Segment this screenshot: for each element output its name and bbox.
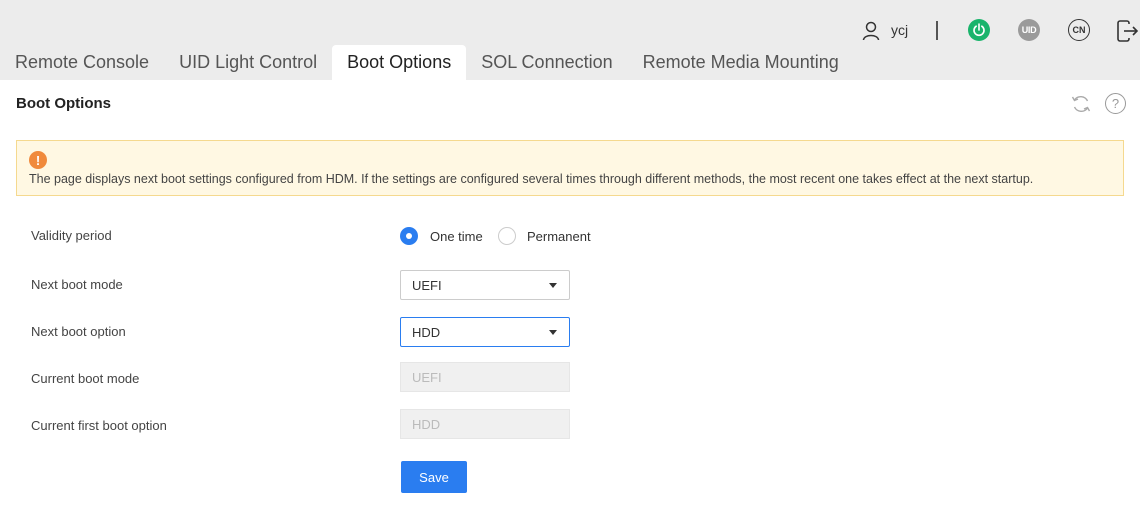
next-boot-option-label: Next boot option [31, 324, 126, 339]
warning-icon: ! [29, 151, 47, 169]
notice-banner: ! The page displays next boot settings c… [16, 140, 1124, 196]
divider [936, 21, 938, 40]
chevron-down-icon [549, 330, 557, 335]
one-time-radio[interactable] [400, 227, 418, 245]
chevron-down-icon [549, 283, 557, 288]
language-icon: CN [1072, 25, 1086, 35]
uid-icon: UID [1021, 25, 1037, 35]
notice-text: The page displays next boot settings con… [29, 172, 1034, 186]
tab-remote-console[interactable]: Remote Console [0, 45, 164, 80]
tab-sol-connection[interactable]: SOL Connection [466, 45, 627, 80]
tab-bar: Remote Console UID Light Control Boot Op… [0, 45, 854, 80]
tab-boot-options[interactable]: Boot Options [332, 45, 467, 80]
permanent-label[interactable]: Permanent [527, 229, 591, 244]
current-boot-mode-field: UEFI [400, 362, 570, 392]
validity-period-label: Validity period [31, 228, 112, 243]
permanent-radio[interactable] [498, 227, 516, 245]
current-boot-mode-label: Current boot mode [31, 371, 140, 386]
help-icon[interactable]: ? [1105, 93, 1126, 114]
tab-remote-media-mounting[interactable]: Remote Media Mounting [628, 45, 854, 80]
current-first-boot-option-label: Current first boot option [31, 418, 167, 433]
next-boot-option-value: HDD [412, 324, 441, 340]
boot-options-panel: Boot Options ? ! The page displays next … [0, 80, 1140, 530]
user-name[interactable]: ycj [891, 22, 908, 38]
one-time-label[interactable]: One time [430, 229, 483, 244]
power-icon [973, 23, 985, 37]
uid-button[interactable]: UID [1018, 19, 1040, 41]
next-boot-mode-value: UEFI [412, 277, 442, 293]
language-button[interactable]: CN [1068, 19, 1090, 41]
tab-uid-light-control[interactable]: UID Light Control [164, 45, 332, 80]
refresh-icon[interactable] [1070, 93, 1092, 115]
power-button[interactable] [968, 19, 990, 41]
current-first-boot-option-field: HDD [400, 409, 570, 439]
page-title: Boot Options [16, 95, 111, 112]
next-boot-option-select[interactable]: HDD [400, 317, 570, 347]
logout-icon[interactable] [1116, 20, 1138, 42]
top-bar: ycj UID CN [0, 0, 1140, 46]
user-icon[interactable] [862, 21, 880, 41]
next-boot-mode-label: Next boot mode [31, 277, 123, 292]
save-button[interactable]: Save [401, 461, 467, 493]
next-boot-mode-select[interactable]: UEFI [400, 270, 570, 300]
